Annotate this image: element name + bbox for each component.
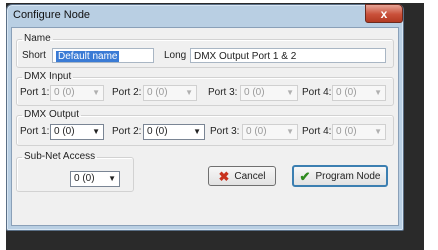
output-port-2-value: 0 (0) xyxy=(147,126,168,137)
input-port-2-value: 0 (0) xyxy=(147,87,168,98)
chevron-down-icon: ▼ xyxy=(108,174,116,183)
input-port-1-select[interactable]: 0 (0) ▼ xyxy=(50,85,104,101)
short-label: Short xyxy=(22,50,46,61)
long-name-value: DMX Output Port 1 & 2 xyxy=(194,51,297,62)
chevron-down-icon: ▼ xyxy=(374,88,382,97)
configure-node-dialog: Configure Node x Name Short Default name… xyxy=(6,4,404,231)
input-port-3-select[interactable]: 0 (0) ▼ xyxy=(240,85,298,101)
dmx-output-legend: DMX Output xyxy=(24,109,80,120)
short-name-field[interactable]: Default name xyxy=(52,48,154,63)
input-port-1-label: Port 1: xyxy=(20,87,50,98)
output-port-4-label: Port 4: xyxy=(302,126,332,137)
subnet-access-select[interactable]: 0 (0) ▼ xyxy=(70,171,120,187)
input-port-2-select[interactable]: 0 (0) ▼ xyxy=(143,85,197,101)
input-port-2-label: Port 2: xyxy=(112,87,142,98)
check-mark-icon: ✔ xyxy=(299,168,311,184)
chevron-down-icon: ▼ xyxy=(286,127,294,136)
subnet-access-value: 0 (0) xyxy=(74,173,95,184)
program-node-button[interactable]: ✔ Program Node xyxy=(292,165,388,187)
output-port-4-select[interactable]: 0 (0) ▼ xyxy=(332,124,386,140)
output-port-1-value: 0 (0) xyxy=(54,126,75,137)
output-port-3-label: Port 3: xyxy=(210,126,240,137)
long-name-field[interactable]: DMX Output Port 1 & 2 xyxy=(190,48,386,63)
title-bar[interactable]: Configure Node x xyxy=(7,4,403,27)
close-button[interactable]: x xyxy=(365,4,403,23)
window-title: Configure Node xyxy=(13,9,91,21)
backdrop-right-edge xyxy=(424,0,438,250)
input-port-4-value: 0 (0) xyxy=(336,87,357,98)
subnet-access-legend: Sub-Net Access xyxy=(24,151,96,162)
name-group-legend: Name xyxy=(24,33,51,44)
chevron-down-icon: ▼ xyxy=(92,88,100,97)
chevron-down-icon: ▼ xyxy=(92,127,100,136)
output-port-2-select[interactable]: 0 (0) ▼ xyxy=(143,124,205,140)
output-port-1-select[interactable]: 0 (0) ▼ xyxy=(50,124,104,140)
output-port-3-select[interactable]: 0 (0) ▼ xyxy=(242,124,298,140)
dmx-input-legend: DMX Input xyxy=(24,71,72,82)
chevron-down-icon: ▼ xyxy=(286,88,294,97)
input-port-4-select[interactable]: 0 (0) ▼ xyxy=(332,85,386,101)
close-icon: x xyxy=(380,6,388,21)
output-port-1-label: Port 1: xyxy=(20,126,50,137)
input-port-3-value: 0 (0) xyxy=(244,87,265,98)
chevron-down-icon: ▼ xyxy=(374,127,382,136)
input-port-3-label: Port 3: xyxy=(208,87,238,98)
long-label: Long xyxy=(164,50,187,61)
input-port-1-value: 0 (0) xyxy=(54,87,75,98)
short-name-value: Default name xyxy=(56,51,120,62)
backdrop-top-edge xyxy=(0,0,438,3)
output-port-2-label: Port 2: xyxy=(112,126,142,137)
chevron-down-icon: ▼ xyxy=(193,127,201,136)
program-node-button-label: Program Node xyxy=(315,170,381,182)
cancel-button[interactable]: ✖ Cancel xyxy=(208,166,276,186)
x-mark-icon: ✖ xyxy=(218,168,230,184)
input-port-4-label: Port 4: xyxy=(302,87,332,98)
dialog-body: Name Short Default name Long DMX Output … xyxy=(11,27,399,226)
chevron-down-icon: ▼ xyxy=(185,88,193,97)
output-port-3-value: 0 (0) xyxy=(246,126,267,137)
output-port-4-value: 0 (0) xyxy=(336,126,357,137)
cancel-button-label: Cancel xyxy=(234,170,266,182)
